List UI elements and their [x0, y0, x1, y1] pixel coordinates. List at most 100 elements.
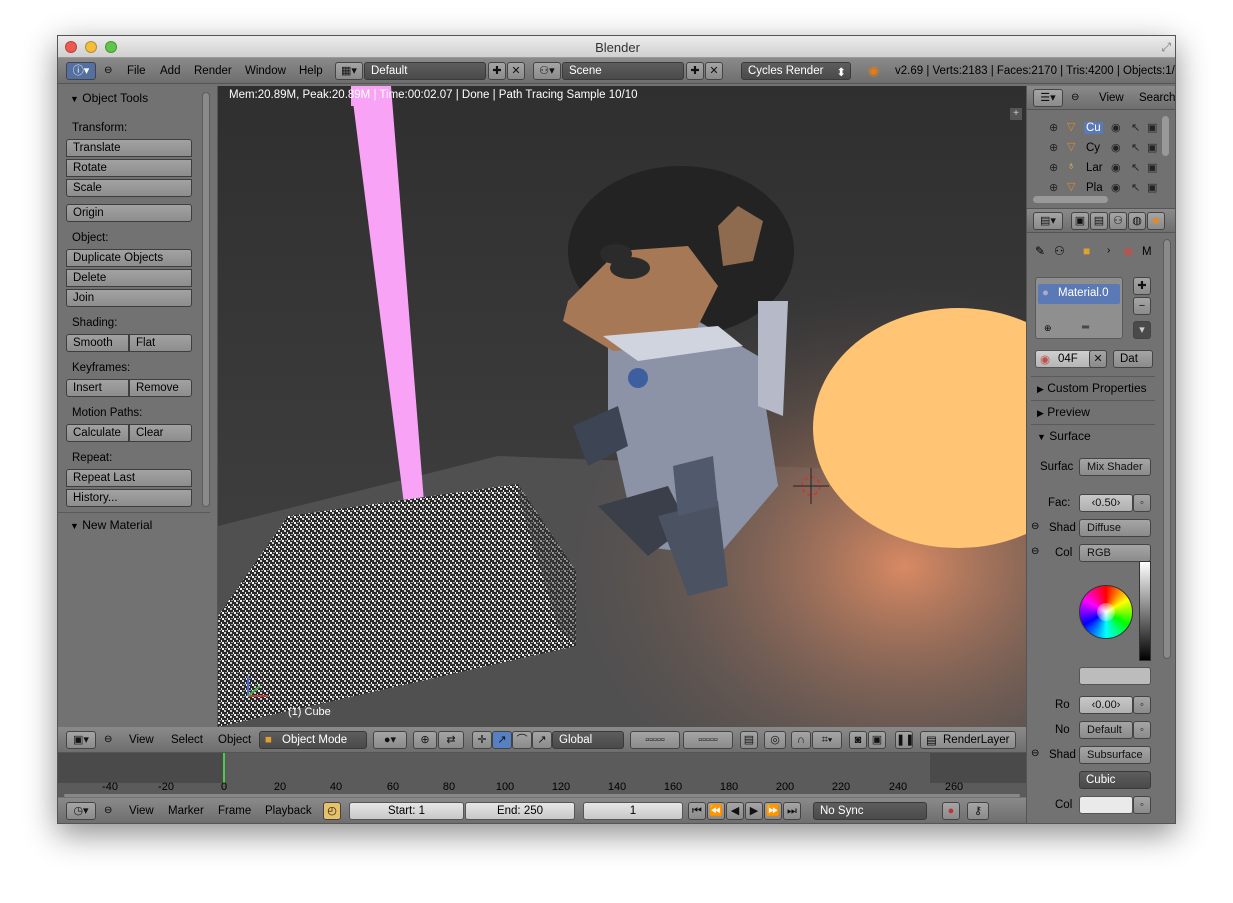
menu-render[interactable]: Render: [194, 65, 232, 77]
scene-field[interactable]: Scene: [562, 62, 684, 80]
custom-properties-header[interactable]: ▶ Custom Properties: [1037, 381, 1147, 395]
select-arrow-icon[interactable]: ↖: [1131, 181, 1140, 193]
view-corner-plus-icon[interactable]: +: [1010, 108, 1022, 120]
render-layers-tab-icon[interactable]: ▤: [1090, 212, 1108, 230]
render-layer-field[interactable]: ▤ RenderLayer: [920, 731, 1016, 749]
object-tools-header[interactable]: ▼ Object Tools: [70, 91, 148, 105]
collapse-node-icon[interactable]: ⊖: [1031, 546, 1039, 557]
screen-layout-icon[interactable]: ▦▾: [335, 62, 363, 80]
visibility-eye-icon[interactable]: ◉: [1111, 161, 1121, 174]
preview-range-icon[interactable]: ◴: [323, 802, 341, 820]
surface-shader-button[interactable]: Mix Shader: [1079, 458, 1151, 476]
render-camera-icon[interactable]: ▣: [1147, 161, 1157, 174]
visibility-eye-icon[interactable]: ◉: [1111, 121, 1121, 134]
collapse-menu-icon[interactable]: ⊖: [104, 65, 112, 76]
remove-scene-button[interactable]: ✕: [705, 62, 723, 80]
jump-next-keyframe-button[interactable]: ⏩: [764, 802, 782, 820]
link-data-select[interactable]: Dat: [1113, 350, 1153, 368]
object-tab-icon[interactable]: ■: [1147, 212, 1165, 230]
snap-toggle-icon[interactable]: ∩: [791, 731, 811, 749]
outliner-row[interactable]: ⊕ ♁ Lar ◉ ↖ ▣: [1027, 159, 1170, 177]
translate-button[interactable]: Translate: [66, 139, 192, 157]
unlink-material-button[interactable]: ✕: [1089, 350, 1107, 368]
record-button[interactable]: ●: [942, 802, 960, 820]
expand-icon[interactable]: ⊕: [1049, 141, 1058, 154]
material-browse-icon[interactable]: ◉: [1040, 352, 1050, 366]
3d-viewport[interactable]: Mem:20.89M, Peak:20.89M | Time:00:02.07 …: [218, 86, 1026, 727]
menu-view[interactable]: View: [129, 734, 154, 746]
scene-tab-icon[interactable]: ⚇: [1109, 212, 1127, 230]
pin-icon[interactable]: ✎: [1035, 244, 1045, 258]
editor-type-3d-icon[interactable]: ▣▾: [66, 731, 96, 749]
add-scene-button[interactable]: ✚: [686, 62, 704, 80]
jump-start-button[interactable]: ⏮: [688, 802, 706, 820]
outliner-h-scrollbar[interactable]: [1033, 196, 1108, 203]
sync-mode-select[interactable]: No Sync: [813, 802, 927, 820]
menu-select[interactable]: Select: [171, 734, 203, 746]
shader2-button[interactable]: Subsurface S: [1079, 746, 1151, 764]
surface-header[interactable]: ▼ Surface: [1037, 429, 1091, 443]
render-animation-icon[interactable]: ▣: [868, 731, 886, 749]
remove-screen-button[interactable]: ✕: [507, 62, 525, 80]
calculate-paths-button[interactable]: Calculate: [66, 424, 129, 442]
select-arrow-icon[interactable]: ↖: [1131, 141, 1140, 154]
outliner-item-label[interactable]: Cy: [1086, 142, 1100, 154]
play-reverse-button[interactable]: ◀: [726, 802, 744, 820]
rotate-manipulator-icon[interactable]: ↗: [492, 731, 512, 749]
snap-element-icon[interactable]: ⌗▾: [812, 731, 842, 749]
fac-slider[interactable]: ‹0.50›: [1079, 494, 1133, 512]
normal-manipulator-icon[interactable]: ↗: [532, 731, 552, 749]
editor-type-outliner-icon[interactable]: ☰▾: [1033, 89, 1063, 107]
ro-slider[interactable]: ‹0.00›: [1079, 696, 1133, 714]
ro-link-socket[interactable]: ◦: [1133, 696, 1151, 714]
color2-swatch[interactable]: [1079, 796, 1133, 814]
remove-material-slot-button[interactable]: −: [1133, 297, 1151, 315]
outliner-item-label[interactable]: Cu: [1084, 122, 1103, 134]
layers-grid-1[interactable]: ▫▫▫▫▫: [630, 731, 680, 749]
shader1-button[interactable]: Diffuse BSDF: [1079, 519, 1151, 537]
value-slider[interactable]: [1139, 561, 1151, 661]
current-frame-field[interactable]: 1: [583, 802, 683, 820]
viewport-shading-select[interactable]: ●▾: [373, 731, 407, 749]
keying-set-icon[interactable]: ⚷: [967, 802, 989, 820]
expand-icon[interactable]: ⊕: [1049, 121, 1058, 134]
outliner-row[interactable]: ⊕ ▽ Cy ◉ ↖ ▣: [1027, 139, 1170, 157]
expand-icon[interactable]: ⊕: [1049, 161, 1058, 174]
list-filter-icon[interactable]: ⊕: [1044, 323, 1052, 334]
delete-button[interactable]: Delete: [66, 269, 192, 287]
render-engine-select[interactable]: Cycles Render ⬍: [741, 62, 851, 80]
fullscreen-icon[interactable]: ⤢: [1161, 40, 1171, 55]
timeline-area[interactable]: -40 -20 0 20 40 60 80 100 120 140 160 18…: [58, 753, 1026, 797]
render-tab-icon[interactable]: ▣: [1071, 212, 1089, 230]
outliner-view-menu[interactable]: View: [1099, 92, 1124, 104]
color-wheel[interactable]: [1079, 585, 1133, 639]
tool-shelf-scrollbar[interactable]: [202, 92, 210, 507]
material-slot-list[interactable]: ● Material.0 ⊕ ═: [1035, 277, 1123, 339]
editor-type-properties-icon[interactable]: ▤▾: [1033, 212, 1063, 230]
select-arrow-icon[interactable]: ↖: [1131, 121, 1140, 134]
menu-playback[interactable]: Playback: [265, 805, 312, 817]
render-still-icon[interactable]: ◙: [849, 731, 867, 749]
end-frame-field[interactable]: End: 250: [465, 802, 575, 820]
fac-link-socket[interactable]: ◦: [1133, 494, 1151, 512]
manipulator-toggle[interactable]: ⇄: [438, 731, 464, 749]
add-screen-button[interactable]: ✚: [488, 62, 506, 80]
menu-help[interactable]: Help: [299, 65, 323, 77]
render-camera-icon[interactable]: ▣: [1147, 121, 1157, 134]
editor-type-timeline-icon[interactable]: ◷▾: [66, 802, 96, 820]
material-slot-row[interactable]: ● Material.0: [1038, 284, 1120, 304]
outliner-item-label[interactable]: Lar: [1086, 162, 1103, 174]
visibility-eye-icon[interactable]: ◉: [1111, 141, 1121, 154]
world-tab-icon[interactable]: ◍: [1128, 212, 1146, 230]
color-swatch[interactable]: [1079, 667, 1151, 685]
expand-icon[interactable]: ⊕: [1049, 181, 1058, 193]
outliner-item-label[interactable]: Pla: [1086, 182, 1103, 193]
clear-paths-button[interactable]: Clear: [129, 424, 192, 442]
collapse-menu-icon[interactable]: ⊖: [104, 805, 112, 816]
scale-manipulator-icon[interactable]: ⌒: [512, 731, 532, 749]
menu-marker[interactable]: Marker: [168, 805, 204, 817]
join-button[interactable]: Join: [66, 289, 192, 307]
proportional-edit-icon[interactable]: ◎: [764, 731, 786, 749]
properties-scrollbar[interactable]: [1163, 239, 1171, 659]
falloff-select[interactable]: Cubic: [1079, 771, 1151, 789]
